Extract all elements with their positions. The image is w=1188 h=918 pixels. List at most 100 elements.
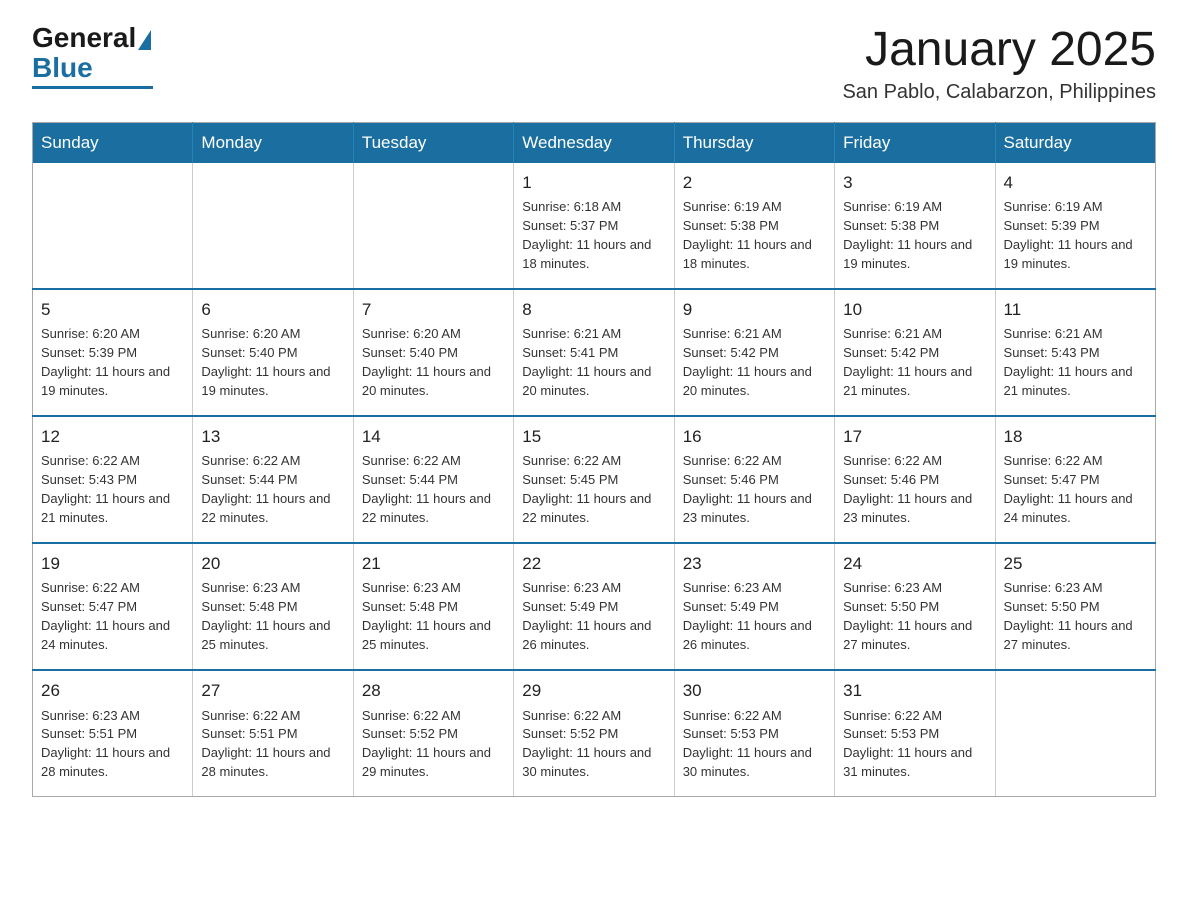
calendar-day-14: 14Sunrise: 6:22 AM Sunset: 5:44 PM Dayli… bbox=[353, 416, 513, 543]
calendar-week-row: 19Sunrise: 6:22 AM Sunset: 5:47 PM Dayli… bbox=[33, 543, 1156, 670]
calendar-day-16: 16Sunrise: 6:22 AM Sunset: 5:46 PM Dayli… bbox=[674, 416, 834, 543]
day-info: Sunrise: 6:22 AM Sunset: 5:47 PM Dayligh… bbox=[1004, 452, 1147, 527]
calendar-header-monday: Monday bbox=[193, 122, 353, 163]
calendar-day-25: 25Sunrise: 6:23 AM Sunset: 5:50 PM Dayli… bbox=[995, 543, 1155, 670]
calendar-empty-cell bbox=[353, 163, 513, 289]
logo-general-text: General bbox=[32, 24, 136, 52]
day-info: Sunrise: 6:22 AM Sunset: 5:53 PM Dayligh… bbox=[683, 707, 826, 782]
title-area: January 2025 San Pablo, Calabarzon, Phil… bbox=[842, 24, 1156, 104]
day-number: 3 bbox=[843, 171, 986, 196]
calendar-day-11: 11Sunrise: 6:21 AM Sunset: 5:43 PM Dayli… bbox=[995, 289, 1155, 416]
calendar-day-31: 31 Sunrise: 6:22 AM Sunset: 5:53 PM Dayli… bbox=[835, 670, 995, 797]
calendar-week-row: 5Sunrise: 6:20 AM Sunset: 5:39 PM Daylig… bbox=[33, 289, 1156, 416]
day-info: Sunrise: 6:23 AM Sunset: 5:48 PM Dayligh… bbox=[362, 579, 505, 654]
calendar-empty-cell bbox=[995, 670, 1155, 797]
day-info: Sunrise: 6:21 AM Sunset: 5:41 PM Dayligh… bbox=[522, 325, 665, 400]
day-number: 21 bbox=[362, 552, 505, 577]
day-number: 26 bbox=[41, 679, 184, 704]
day-info: Sunrise: 6:23 AM Sunset: 5:50 PM Dayligh… bbox=[1004, 579, 1147, 654]
calendar-day-18: 18Sunrise: 6:22 AM Sunset: 5:47 PM Dayli… bbox=[995, 416, 1155, 543]
day-info: Sunrise: 6:21 AM Sunset: 5:42 PM Dayligh… bbox=[843, 325, 986, 400]
day-info: Sunrise: 6:20 AM Sunset: 5:39 PM Dayligh… bbox=[41, 325, 184, 400]
day-number: 17 bbox=[843, 425, 986, 450]
calendar-day-4: 4Sunrise: 6:19 AM Sunset: 5:39 PM Daylig… bbox=[995, 163, 1155, 289]
calendar-week-row: 12Sunrise: 6:22 AM Sunset: 5:43 PM Dayli… bbox=[33, 416, 1156, 543]
day-info: Sunrise: 6:22 AM Sunset: 5:46 PM Dayligh… bbox=[683, 452, 826, 527]
calendar-day-24: 24Sunrise: 6:23 AM Sunset: 5:50 PM Dayli… bbox=[835, 543, 995, 670]
day-info: Sunrise: 6:22 AM Sunset: 5:45 PM Dayligh… bbox=[522, 452, 665, 527]
main-title: January 2025 bbox=[842, 24, 1156, 77]
day-info: Sunrise: 6:22 AM Sunset: 5:44 PM Dayligh… bbox=[201, 452, 344, 527]
calendar-day-22: 22Sunrise: 6:23 AM Sunset: 5:49 PM Dayli… bbox=[514, 543, 674, 670]
day-number: 12 bbox=[41, 425, 184, 450]
day-info: Sunrise: 6:22 AM Sunset: 5:53 PM Dayligh… bbox=[843, 707, 986, 782]
day-number: 14 bbox=[362, 425, 505, 450]
calendar-day-20: 20Sunrise: 6:23 AM Sunset: 5:48 PM Dayli… bbox=[193, 543, 353, 670]
day-info: Sunrise: 6:22 AM Sunset: 5:47 PM Dayligh… bbox=[41, 579, 184, 654]
day-info: Sunrise: 6:22 AM Sunset: 5:51 PM Dayligh… bbox=[201, 707, 344, 782]
calendar-day-30: 30 Sunrise: 6:22 AM Sunset: 5:53 PM Dayli… bbox=[674, 670, 834, 797]
calendar-day-17: 17Sunrise: 6:22 AM Sunset: 5:46 PM Dayli… bbox=[835, 416, 995, 543]
day-info: Sunrise: 6:23 AM Sunset: 5:48 PM Dayligh… bbox=[201, 579, 344, 654]
day-info: Sunrise: 6:19 AM Sunset: 5:38 PM Dayligh… bbox=[843, 198, 986, 273]
day-number: 4 bbox=[1004, 171, 1147, 196]
calendar-day-7: 7Sunrise: 6:20 AM Sunset: 5:40 PM Daylig… bbox=[353, 289, 513, 416]
day-number: 10 bbox=[843, 298, 986, 323]
day-info: Sunrise: 6:22 AM Sunset: 5:44 PM Dayligh… bbox=[362, 452, 505, 527]
day-number: 24 bbox=[843, 552, 986, 577]
day-number: 15 bbox=[522, 425, 665, 450]
day-number: 9 bbox=[683, 298, 826, 323]
calendar-day-23: 23Sunrise: 6:23 AM Sunset: 5:49 PM Dayli… bbox=[674, 543, 834, 670]
calendar-header-saturday: Saturday bbox=[995, 122, 1155, 163]
day-number: 18 bbox=[1004, 425, 1147, 450]
calendar-empty-cell bbox=[193, 163, 353, 289]
day-number: 19 bbox=[41, 552, 184, 577]
calendar-day-3: 3Sunrise: 6:19 AM Sunset: 5:38 PM Daylig… bbox=[835, 163, 995, 289]
day-number: 30 bbox=[683, 679, 826, 704]
calendar-empty-cell bbox=[33, 163, 193, 289]
day-number: 7 bbox=[362, 298, 505, 323]
logo: General Blue bbox=[32, 24, 153, 89]
subtitle: San Pablo, Calabarzon, Philippines bbox=[842, 81, 1156, 104]
day-number: 27 bbox=[201, 679, 344, 704]
day-info: Sunrise: 6:21 AM Sunset: 5:43 PM Dayligh… bbox=[1004, 325, 1147, 400]
calendar-day-10: 10Sunrise: 6:21 AM Sunset: 5:42 PM Dayli… bbox=[835, 289, 995, 416]
day-info: Sunrise: 6:23 AM Sunset: 5:51 PM Dayligh… bbox=[41, 707, 184, 782]
calendar-day-27: 27 Sunrise: 6:22 AM Sunset: 5:51 PM Dayli… bbox=[193, 670, 353, 797]
calendar-day-8: 8Sunrise: 6:21 AM Sunset: 5:41 PM Daylig… bbox=[514, 289, 674, 416]
day-number: 16 bbox=[683, 425, 826, 450]
calendar-day-19: 19Sunrise: 6:22 AM Sunset: 5:47 PM Dayli… bbox=[33, 543, 193, 670]
day-number: 31 bbox=[843, 679, 986, 704]
calendar-day-5: 5Sunrise: 6:20 AM Sunset: 5:39 PM Daylig… bbox=[33, 289, 193, 416]
day-number: 23 bbox=[683, 552, 826, 577]
calendar-day-29: 29Sunrise: 6:22 AM Sunset: 5:52 PM Dayli… bbox=[514, 670, 674, 797]
day-number: 22 bbox=[522, 552, 665, 577]
calendar-header-wednesday: Wednesday bbox=[514, 122, 674, 163]
day-number: 13 bbox=[201, 425, 344, 450]
day-info: Sunrise: 6:20 AM Sunset: 5:40 PM Dayligh… bbox=[201, 325, 344, 400]
calendar-day-12: 12Sunrise: 6:22 AM Sunset: 5:43 PM Dayli… bbox=[33, 416, 193, 543]
logo-triangle-icon bbox=[138, 30, 151, 50]
calendar-day-9: 9Sunrise: 6:21 AM Sunset: 5:42 PM Daylig… bbox=[674, 289, 834, 416]
day-info: Sunrise: 6:21 AM Sunset: 5:42 PM Dayligh… bbox=[683, 325, 826, 400]
day-info: Sunrise: 6:19 AM Sunset: 5:38 PM Dayligh… bbox=[683, 198, 826, 273]
day-number: 8 bbox=[522, 298, 665, 323]
calendar-table: SundayMondayTuesdayWednesdayThursdayFrid… bbox=[32, 122, 1156, 797]
day-number: 6 bbox=[201, 298, 344, 323]
day-info: Sunrise: 6:19 AM Sunset: 5:39 PM Dayligh… bbox=[1004, 198, 1147, 273]
logo-underline bbox=[32, 86, 153, 89]
day-number: 5 bbox=[41, 298, 184, 323]
day-number: 1 bbox=[522, 171, 665, 196]
day-info: Sunrise: 6:22 AM Sunset: 5:43 PM Dayligh… bbox=[41, 452, 184, 527]
calendar-week-row: 26 Sunrise: 6:23 AM Sunset: 5:51 PM Dayli… bbox=[33, 670, 1156, 797]
calendar-header-thursday: Thursday bbox=[674, 122, 834, 163]
day-number: 2 bbox=[683, 171, 826, 196]
day-info: Sunrise: 6:22 AM Sunset: 5:52 PM Dayligh… bbox=[362, 707, 505, 782]
calendar-header-friday: Friday bbox=[835, 122, 995, 163]
calendar-day-13: 13Sunrise: 6:22 AM Sunset: 5:44 PM Dayli… bbox=[193, 416, 353, 543]
calendar-day-15: 15Sunrise: 6:22 AM Sunset: 5:45 PM Dayli… bbox=[514, 416, 674, 543]
calendar-week-row: 1Sunrise: 6:18 AM Sunset: 5:37 PM Daylig… bbox=[33, 163, 1156, 289]
day-number: 20 bbox=[201, 552, 344, 577]
day-number: 25 bbox=[1004, 552, 1147, 577]
calendar-header-tuesday: Tuesday bbox=[353, 122, 513, 163]
